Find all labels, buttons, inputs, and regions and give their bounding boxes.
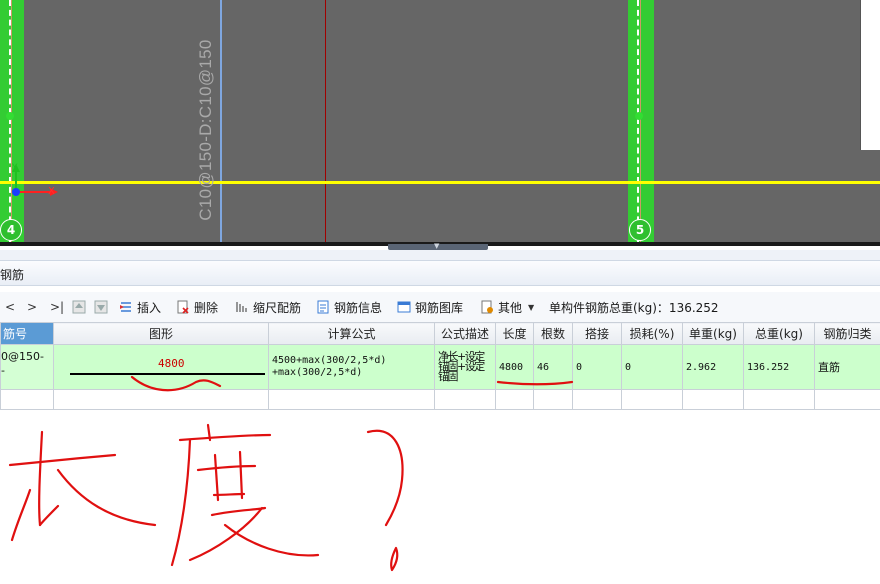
insert-button[interactable]: 插入 bbox=[119, 298, 161, 316]
table-row[interactable]: 0@150- - 4800 4500+max(300/2,5*d) +max(3… bbox=[0, 344, 880, 390]
header-length[interactable]: 长度 bbox=[495, 322, 534, 345]
rebar-label: C10@150-D:C10@150 bbox=[196, 39, 215, 221]
desc-line3: 锚固 bbox=[438, 370, 459, 383]
insert-label: 插入 bbox=[137, 300, 162, 315]
other-icon bbox=[480, 300, 494, 314]
delete-button[interactable]: 删除 bbox=[176, 298, 218, 316]
column-left bbox=[0, 0, 24, 242]
header-bar-no[interactable]: 筋号 bbox=[0, 322, 54, 345]
axis-marker-5[interactable]: 5 bbox=[629, 219, 651, 241]
column-left-rebar-line bbox=[11, 0, 12, 242]
cell-shape[interactable]: 4800 bbox=[53, 344, 269, 390]
cell-loss[interactable]: 0 bbox=[621, 344, 683, 390]
nav-next-button[interactable]: > bbox=[27, 298, 37, 316]
cell-lap[interactable]: 0 bbox=[572, 344, 622, 390]
header-shape[interactable]: 图形 bbox=[53, 322, 269, 345]
shape-bar-line bbox=[70, 373, 265, 375]
header-count[interactable]: 根数 bbox=[533, 322, 573, 345]
red-guide-line bbox=[325, 0, 326, 242]
insert-icon bbox=[119, 300, 133, 314]
node-right bbox=[635, 112, 643, 120]
total-weight-readout: 单构件钢筋总重(kg)：136.252 bbox=[549, 300, 719, 315]
cell-bar-no-line2: - bbox=[1, 364, 5, 377]
panel-top-strip bbox=[0, 250, 880, 260]
move-up-button[interactable] bbox=[72, 298, 90, 316]
rebar-info-button[interactable]: 钢筋信息 bbox=[316, 298, 382, 316]
column-right bbox=[628, 0, 654, 242]
header-loss[interactable]: 损耗(%) bbox=[621, 322, 683, 345]
move-up-icon bbox=[72, 300, 86, 314]
panel-title: 钢筋 bbox=[0, 268, 25, 282]
cell-category[interactable]: 直筋 bbox=[814, 344, 880, 390]
axis-marker-4[interactable]: 4 bbox=[0, 219, 22, 241]
rebar-table: 筋号 图形 计算公式 公式描述 长度 根数 搭接 损耗(%) 单重(kg) 总重… bbox=[0, 322, 880, 410]
table-header-row: 筋号 图形 计算公式 公式描述 长度 根数 搭接 损耗(%) 单重(kg) 总重… bbox=[0, 322, 880, 345]
table-row-empty[interactable] bbox=[0, 389, 880, 410]
scale-rebar-icon bbox=[235, 300, 249, 314]
column-right-centerline bbox=[637, 0, 639, 242]
scale-rebar-label: 缩尺配筋 bbox=[253, 300, 302, 315]
panel-title-bar: 钢筋 bbox=[0, 260, 880, 286]
delete-label: 删除 bbox=[194, 300, 219, 315]
cell-count[interactable]: 46 bbox=[533, 344, 573, 390]
move-down-icon bbox=[94, 300, 108, 314]
move-down-button[interactable] bbox=[94, 298, 112, 316]
rebar-library-icon bbox=[397, 300, 411, 314]
rebar-library-button[interactable]: 钢筋图库 bbox=[397, 298, 463, 316]
cell-formula[interactable]: 4500+max(300/2,5*d) +max(300/2,5*d) bbox=[268, 344, 435, 390]
cell-bar-no-line1: 0@150- bbox=[1, 350, 44, 363]
drawing-canvas[interactable]: C10@150-D:C10@150 X Y 4 5 bbox=[0, 0, 880, 242]
node-left bbox=[6, 112, 14, 120]
chevron-down-icon: ▼ bbox=[528, 302, 535, 312]
rebar-library-label: 钢筋图库 bbox=[415, 300, 464, 315]
cell-formula-desc[interactable]: 净长+设定 锚固+设定 锚固 bbox=[434, 344, 496, 390]
nav-prev-button[interactable]: < bbox=[5, 298, 15, 316]
blue-guide-line bbox=[220, 0, 222, 242]
other-label: 其他 bbox=[498, 300, 523, 315]
header-total-weight[interactable]: 总重(kg) bbox=[743, 322, 815, 345]
rebar-info-label: 钢筋信息 bbox=[334, 300, 383, 315]
app-root: C10@150-D:C10@150 X Y 4 5 ▼ 钢筋 < > >| 插入… bbox=[0, 0, 880, 584]
header-formula[interactable]: 计算公式 bbox=[268, 322, 435, 345]
cell-total-weight[interactable]: 136.252 bbox=[743, 344, 815, 390]
axis-x-label: X bbox=[48, 186, 55, 197]
scale-rebar-button[interactable]: 缩尺配筋 bbox=[235, 298, 301, 316]
cell-unit-weight[interactable]: 2.962 bbox=[682, 344, 744, 390]
delete-icon bbox=[176, 300, 190, 314]
cell-length[interactable]: 4800 bbox=[495, 344, 534, 390]
formula-line2: +max(300/2,5*d) bbox=[272, 367, 363, 378]
shape-length-value: 4800 bbox=[158, 357, 185, 370]
nav-last-button[interactable]: >| bbox=[50, 298, 64, 316]
yellow-axis-line bbox=[0, 181, 880, 184]
rebar-info-icon bbox=[316, 300, 330, 314]
axis-y-label: Y bbox=[12, 163, 18, 173]
rebar-toolbar: < > >| 插入 删除 缩尺配筋 钢筋信息 钢筋图库 其他 ▼ 单构件钢筋总重… bbox=[0, 292, 880, 322]
header-unit-weight[interactable]: 单重(kg) bbox=[682, 322, 744, 345]
other-menu-button[interactable]: 其他 ▼ bbox=[480, 298, 534, 316]
collapse-arrow-icon[interactable]: ▼ bbox=[434, 242, 439, 250]
header-formula-desc[interactable]: 公式描述 bbox=[434, 322, 496, 345]
column-right-rebar-line bbox=[640, 0, 641, 242]
header-lap[interactable]: 搭接 bbox=[572, 322, 622, 345]
canvas-right-edge bbox=[860, 0, 880, 150]
header-category[interactable]: 钢筋归类 bbox=[814, 322, 880, 345]
formula-line1: 4500+max(300/2,5*d) bbox=[272, 355, 387, 366]
cell-bar-no[interactable]: 0@150- - bbox=[0, 344, 54, 390]
